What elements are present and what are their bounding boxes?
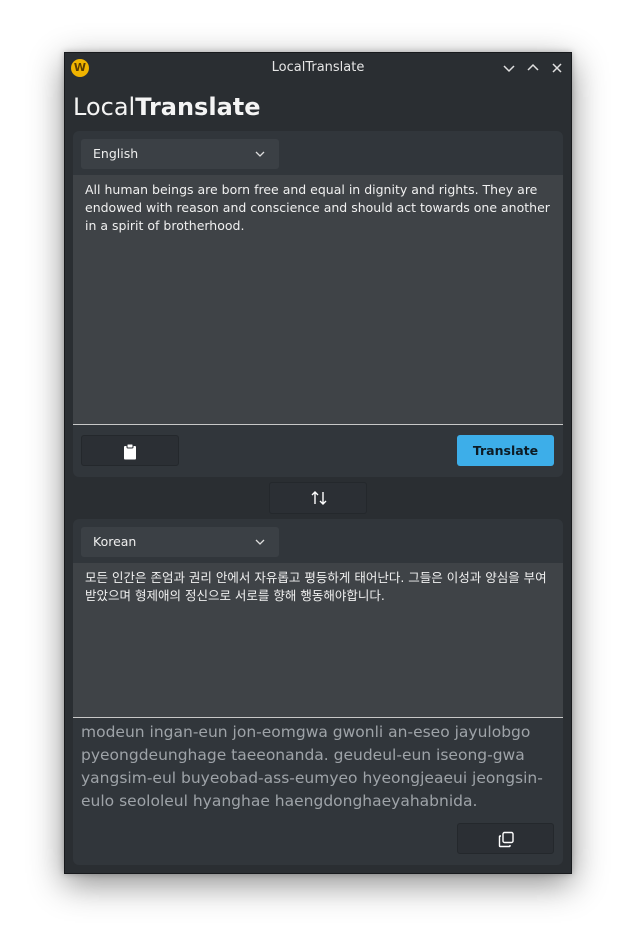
- swap-vertical-icon: [311, 491, 327, 505]
- target-language-dropdown[interactable]: Korean: [81, 527, 279, 557]
- swap-languages-button[interactable]: [269, 482, 367, 514]
- heading-light: Local: [73, 93, 136, 121]
- copy-icon: [498, 831, 514, 848]
- source-text-input[interactable]: All human beings are born free and equal…: [73, 175, 563, 425]
- chevron-down-icon: [255, 539, 265, 545]
- source-language-dropdown[interactable]: English: [81, 139, 279, 169]
- translated-text-output[interactable]: 모든 인간은 존엄과 권리 안에서 자유롭고 평등하게 태어난다. 그들은 이성…: [73, 563, 563, 718]
- app-heading: LocalTranslate: [73, 93, 261, 121]
- minimize-button[interactable]: [501, 60, 517, 76]
- source-panel: English All human beings are born free a…: [73, 131, 563, 477]
- source-language-label: English: [93, 146, 139, 161]
- chevron-down-icon: [503, 65, 515, 73]
- target-panel: Korean 모든 인간은 존엄과 권리 안에서 자유롭고 평등하게 태어난다.…: [73, 519, 563, 865]
- paste-button[interactable]: [81, 435, 179, 466]
- target-language-label: Korean: [93, 534, 137, 549]
- close-icon: [552, 63, 562, 73]
- title-bar[interactable]: W LocalTranslate: [65, 53, 571, 83]
- close-button[interactable]: [549, 60, 565, 76]
- maximize-button[interactable]: [525, 60, 541, 76]
- romanization-text: modeun ingan-eun jon-eomgwa gwonli an-es…: [81, 723, 543, 810]
- chevron-down-icon: [255, 151, 265, 157]
- translate-button[interactable]: Translate: [457, 435, 554, 466]
- copy-button[interactable]: [457, 823, 554, 854]
- window-title: LocalTranslate: [271, 60, 365, 75]
- chevron-up-icon: [527, 63, 539, 71]
- clipboard-icon: [124, 443, 136, 460]
- heading-bold: Translate: [135, 93, 261, 121]
- app-window: W LocalTranslate LocalTranslate English …: [64, 52, 572, 874]
